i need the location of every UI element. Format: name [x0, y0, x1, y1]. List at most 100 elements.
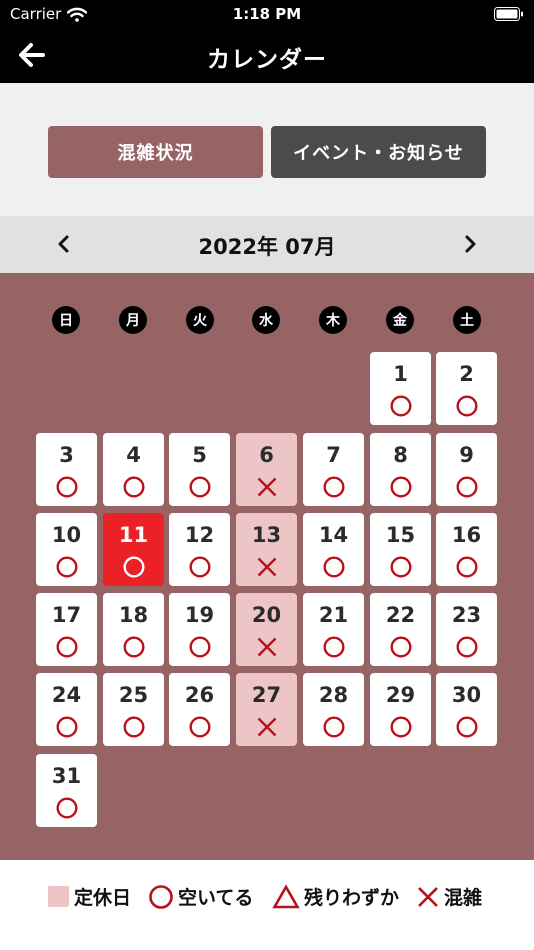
- cross-icon: [257, 557, 277, 577]
- circle-icon: [390, 556, 412, 578]
- weekday-mon: 月: [119, 306, 147, 334]
- calendar-day[interactable]: 1: [370, 352, 431, 425]
- day-number: 28: [318, 683, 349, 707]
- calendar-day[interactable]: 3: [36, 433, 97, 506]
- circle-icon: [390, 716, 412, 738]
- weekday-fri: 金: [386, 306, 414, 334]
- battery-icon: [494, 7, 523, 21]
- day-number: 4: [126, 443, 141, 467]
- calendar-day[interactable]: 23: [436, 593, 497, 666]
- calendar-day[interactable]: 27: [236, 673, 297, 746]
- circle-icon: [456, 395, 478, 417]
- chevron-left-icon[interactable]: [50, 230, 78, 258]
- triangle-icon: [272, 883, 300, 908]
- day-number: 14: [318, 523, 349, 547]
- circle-icon: [123, 476, 145, 498]
- calendar-day[interactable]: 7: [303, 433, 364, 506]
- day-number: 18: [118, 603, 149, 627]
- cross-icon: [257, 717, 277, 737]
- circle-icon: [56, 476, 78, 498]
- calendar-day[interactable]: 28: [303, 673, 364, 746]
- tab-events-news[interactable]: イベント・お知らせ: [271, 126, 486, 178]
- circle-icon: [149, 884, 173, 909]
- day-number: 2: [459, 362, 474, 386]
- calendar-day[interactable]: 8: [370, 433, 431, 506]
- legend-closed: 定休日: [48, 883, 131, 910]
- day-number: 7: [326, 443, 341, 467]
- day-number: 29: [385, 683, 416, 707]
- status-bar: Carrier 1:18 PM: [0, 0, 534, 28]
- calendar-day[interactable]: 20: [236, 593, 297, 666]
- calendar-day[interactable]: 25: [103, 673, 164, 746]
- calendar-day[interactable]: 5: [169, 433, 230, 506]
- calendar-day[interactable]: 19: [169, 593, 230, 666]
- calendar-grid: 日月火水木金土 1 2 3 4 5 6 7 8 9 10 11 12 13 14 15 16 17 18 19 20 21…: [0, 273, 534, 860]
- month-label: 2022年 07月: [198, 235, 336, 259]
- circle-icon: [56, 556, 78, 578]
- calendar-day[interactable]: 13: [236, 513, 297, 586]
- circle-icon: [390, 395, 412, 417]
- legend-crowded: 混雑: [416, 883, 482, 910]
- day-number: 11: [118, 523, 149, 547]
- month-navigator: 2022年 07月: [0, 216, 534, 273]
- cross-icon: [257, 637, 277, 657]
- circle-icon: [189, 716, 211, 738]
- cross-icon: [418, 886, 438, 907]
- circle-icon: [456, 636, 478, 658]
- day-number: 15: [385, 523, 416, 547]
- circle-icon: [123, 636, 145, 658]
- nav-bar: カレンダー: [0, 28, 534, 83]
- circle-icon: [323, 476, 345, 498]
- calendar-day[interactable]: 26: [169, 673, 230, 746]
- weekday-sun: 日: [52, 306, 80, 334]
- calendar-day[interactable]: 24: [36, 673, 97, 746]
- calendar-day[interactable]: 22: [370, 593, 431, 666]
- tab-crowd-status[interactable]: 混雑状況: [48, 126, 263, 178]
- day-number: 26: [184, 683, 215, 707]
- legend-few-left-label: 残りわずか: [304, 887, 400, 909]
- circle-icon: [189, 636, 211, 658]
- day-number: 31: [51, 764, 82, 788]
- calendar-day[interactable]: 29: [370, 673, 431, 746]
- calendar-day[interactable]: 4: [103, 433, 164, 506]
- calendar-day[interactable]: 11: [103, 513, 164, 586]
- cross-icon: [257, 477, 277, 497]
- calendar-day[interactable]: 15: [370, 513, 431, 586]
- calendar-day[interactable]: 30: [436, 673, 497, 746]
- calendar-day[interactable]: 18: [103, 593, 164, 666]
- calendar-day[interactable]: 17: [36, 593, 97, 666]
- circle-icon: [189, 556, 211, 578]
- circle-icon: [456, 476, 478, 498]
- weekday-tue: 火: [186, 306, 214, 334]
- calendar-day[interactable]: 12: [169, 513, 230, 586]
- day-number: 23: [451, 603, 482, 627]
- back-arrow-icon[interactable]: [16, 40, 46, 70]
- day-number: 19: [184, 603, 215, 627]
- circle-icon: [323, 716, 345, 738]
- calendar-day[interactable]: 21: [303, 593, 364, 666]
- day-number: 6: [259, 443, 274, 467]
- calendar-day[interactable]: 14: [303, 513, 364, 586]
- calendar-day[interactable]: 6: [236, 433, 297, 506]
- circle-icon: [390, 636, 412, 658]
- circle-icon: [123, 556, 145, 578]
- day-number: 13: [251, 523, 282, 547]
- day-number: 24: [51, 683, 82, 707]
- calendar-day[interactable]: 10: [36, 513, 97, 586]
- weekday-thu: 木: [319, 306, 347, 334]
- legend-few-left: 残りわずか: [272, 883, 399, 910]
- circle-icon: [189, 476, 211, 498]
- circle-icon: [56, 797, 78, 819]
- calendar-day[interactable]: 31: [36, 754, 97, 827]
- day-number: 21: [318, 603, 349, 627]
- circle-icon: [123, 716, 145, 738]
- day-number: 8: [393, 443, 408, 467]
- calendar-day[interactable]: 9: [436, 433, 497, 506]
- calendar-day[interactable]: 16: [436, 513, 497, 586]
- circle-icon: [56, 636, 78, 658]
- day-number: 3: [59, 443, 74, 467]
- weekday-sat: 土: [453, 306, 481, 334]
- chevron-right-icon[interactable]: [456, 230, 484, 258]
- circle-icon: [390, 476, 412, 498]
- calendar-day[interactable]: 2: [436, 352, 497, 425]
